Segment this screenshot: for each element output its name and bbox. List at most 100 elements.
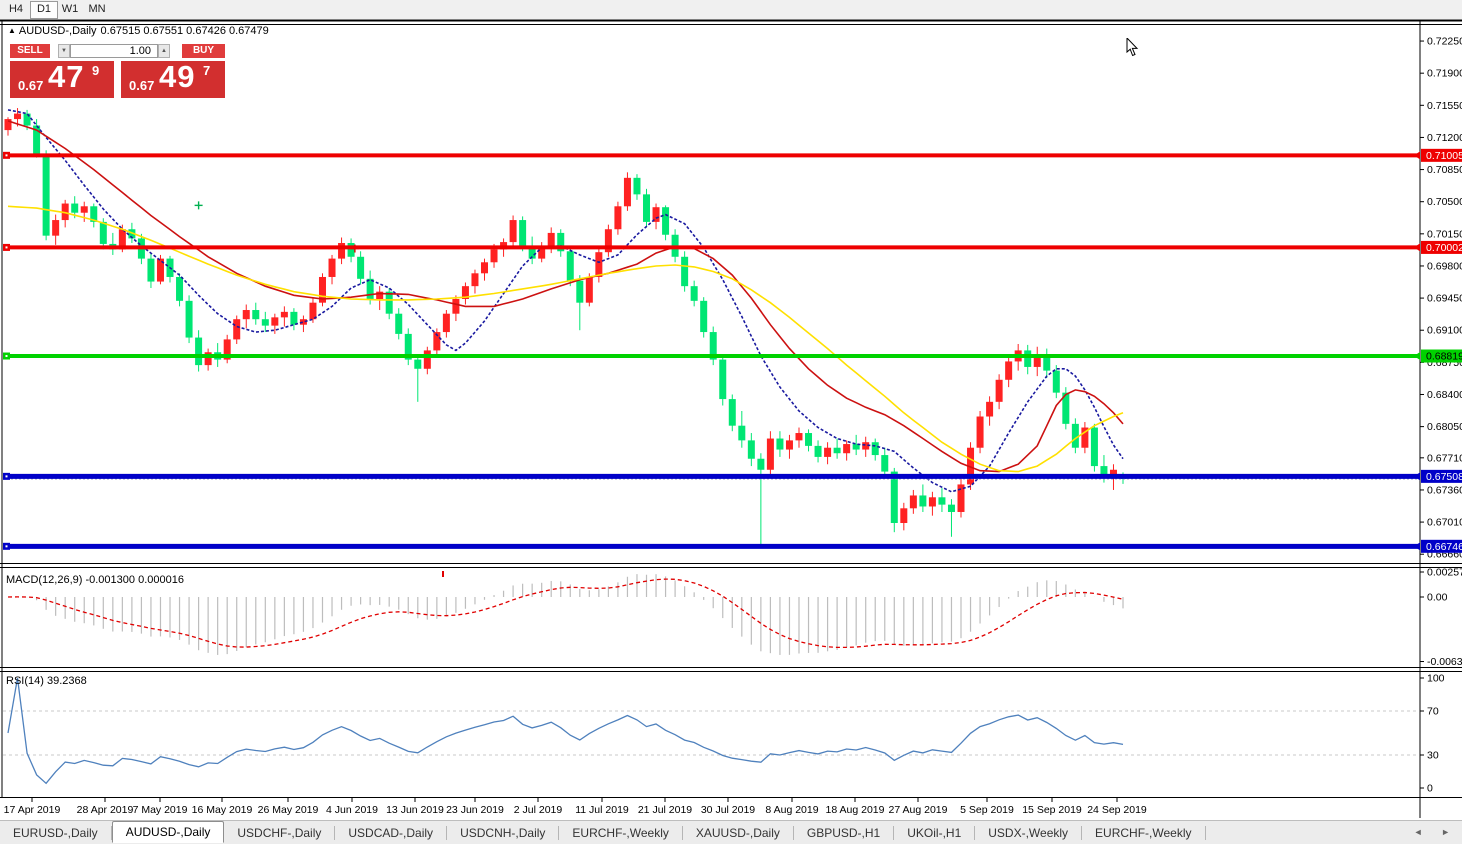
tabs-scroll-left-icon[interactable]: ◄ — [1414, 827, 1431, 837]
date-tick-label: 27 Aug 2019 — [889, 804, 948, 816]
macd-label: MACD(12,26,9) -0.001300 0.000016 — [6, 574, 184, 586]
candle-body — [1072, 424, 1079, 448]
price-tick-label: 0.71550 — [1427, 100, 1462, 112]
candle — [681, 251, 688, 291]
timeframe-button-d1[interactable]: D1 — [30, 1, 58, 19]
candle-body — [395, 314, 402, 334]
candle-body — [186, 301, 193, 338]
candle-body — [1091, 428, 1098, 467]
price-tick-label: 0.67360 — [1427, 484, 1462, 496]
tabs-scroll-right-icon[interactable]: ► — [1441, 827, 1458, 837]
timeframe-button-w1[interactable]: W1 — [57, 1, 83, 17]
chart-tab-eurchf-weekly[interactable]: EURCHF-,Weekly — [1082, 826, 1205, 840]
candle-body — [681, 257, 688, 286]
candle-body — [452, 299, 459, 314]
candle-body — [919, 495, 926, 506]
date-tick-label: 2 Jul 2019 — [514, 804, 563, 816]
price-tick-label: 0.69800 — [1427, 260, 1462, 272]
candle-body — [633, 178, 640, 195]
price-tick-label: 0.72250 — [1427, 36, 1462, 48]
candle-body — [233, 319, 240, 339]
candle — [1091, 424, 1098, 472]
sell-price-sup: 9 — [92, 63, 99, 78]
candle — [643, 189, 650, 228]
date-tick-label: 28 Apr 2019 — [77, 804, 134, 816]
volume-input[interactable] — [70, 44, 158, 58]
chart-window: ▲AUDUSD-,Daily0.67515 0.67551 0.67426 0.… — [0, 19, 1462, 820]
candle-body — [729, 399, 736, 426]
chart-tab-usdx-weekly[interactable]: USDX-,Weekly — [975, 826, 1082, 840]
candle-body — [977, 417, 984, 448]
sell-price-button[interactable]: 0.67 47 9 — [10, 61, 114, 98]
date-tick-label: 26 May 2019 — [258, 804, 319, 816]
price-tick-label: 0.70500 — [1427, 196, 1462, 208]
candle — [729, 394, 736, 431]
price-level-tag: 0.66746 — [1414, 540, 1462, 553]
price-tick-label: 0.71200 — [1427, 132, 1462, 144]
price-level-tag: 0.68819 — [1414, 350, 1462, 363]
candle-body — [195, 338, 202, 366]
candle-body — [1005, 361, 1012, 379]
candle-body — [748, 440, 755, 458]
candle-body — [1024, 350, 1031, 367]
chart-tab-gbpusd-h1[interactable]: GBPUSD-,H1 — [794, 826, 894, 840]
candle-body — [805, 433, 812, 446]
one-click-trading-panel: SELL ▼ ▲ BUY 0.67 47 9 0.67 49 7 — [10, 44, 225, 98]
sell-button[interactable]: SELL — [10, 44, 50, 58]
candle-body — [872, 442, 879, 455]
candle-body — [595, 252, 602, 277]
date-tick-label: 30 Jul 2019 — [701, 804, 755, 816]
candle-body — [948, 505, 955, 512]
price-tick-label: 0.69100 — [1427, 325, 1462, 337]
candle-body — [824, 448, 831, 457]
buy-button[interactable]: BUY — [182, 44, 225, 58]
date-tick-label: 13 Jun 2019 — [386, 804, 444, 816]
chart-tab-eurusd-daily[interactable]: EURUSD-,Daily — [0, 826, 112, 840]
level-line-handle-dot — [6, 475, 8, 477]
chart-tab-usdchf-daily[interactable]: USDCHF-,Daily — [224, 826, 335, 840]
sell-price-big: 47 — [48, 59, 84, 95]
candle-body — [996, 380, 1003, 402]
date-tick-label: 8 Aug 2019 — [765, 804, 818, 816]
candle-body — [910, 495, 917, 508]
timeframe-button-h4[interactable]: H4 — [3, 1, 29, 17]
chart-tab-ukoil-h1[interactable]: UKOil-,H1 — [894, 826, 975, 840]
candle-body — [881, 455, 888, 472]
date-tick-label: 11 Jul 2019 — [575, 804, 629, 816]
candle-body — [567, 251, 574, 280]
level-line-handle-dot — [6, 246, 8, 248]
candle-body — [738, 426, 745, 441]
chart-tab-eurchf-weekly[interactable]: EURCHF-,Weekly — [559, 826, 682, 840]
price-tick-label: 0.71900 — [1427, 68, 1462, 80]
candle-body — [776, 439, 783, 450]
candle-body — [290, 312, 297, 325]
candle-body — [443, 314, 450, 332]
chart-svg[interactable]: 0.722500.719000.715500.712000.708500.705… — [0, 19, 1462, 820]
candle-body — [262, 319, 269, 325]
level-tag-label: 0.66746 — [1426, 541, 1462, 553]
buy-price-big: 49 — [159, 59, 195, 95]
buy-price-button[interactable]: 0.67 49 7 — [121, 61, 225, 98]
date-tick-label: 7 May 2019 — [133, 804, 188, 816]
candle-body — [81, 206, 88, 212]
price-tick-label: 0.69450 — [1427, 293, 1462, 305]
timeframe-toolbar: H4D1W1MN — [0, 0, 1462, 20]
chart-tab-audusd-daily[interactable]: AUDUSD-,Daily — [112, 821, 225, 843]
candle-body — [786, 440, 793, 449]
volume-decrease-icon[interactable]: ▼ — [58, 44, 70, 58]
level-tag-label: 0.70002 — [1426, 242, 1462, 254]
buy-price-prefix: 0.67 — [129, 78, 154, 93]
candle-body — [624, 178, 631, 206]
timeframe-button-mn[interactable]: MN — [84, 1, 110, 17]
chart-tab-usdcad-daily[interactable]: USDCAD-,Daily — [335, 826, 447, 840]
candle-body — [243, 310, 250, 319]
candle-body — [271, 317, 278, 325]
candle-body — [338, 243, 345, 259]
chart-tab-usdcnh-daily[interactable]: USDCNH-,Daily — [447, 826, 559, 840]
candle — [958, 479, 965, 518]
volume-increase-icon[interactable]: ▲ — [158, 44, 170, 58]
candle — [719, 356, 726, 406]
rsi-tick-label: 30 — [1427, 750, 1439, 762]
chart-tab-xauusd-daily[interactable]: XAUUSD-,Daily — [683, 826, 794, 840]
candle-body — [795, 433, 802, 440]
